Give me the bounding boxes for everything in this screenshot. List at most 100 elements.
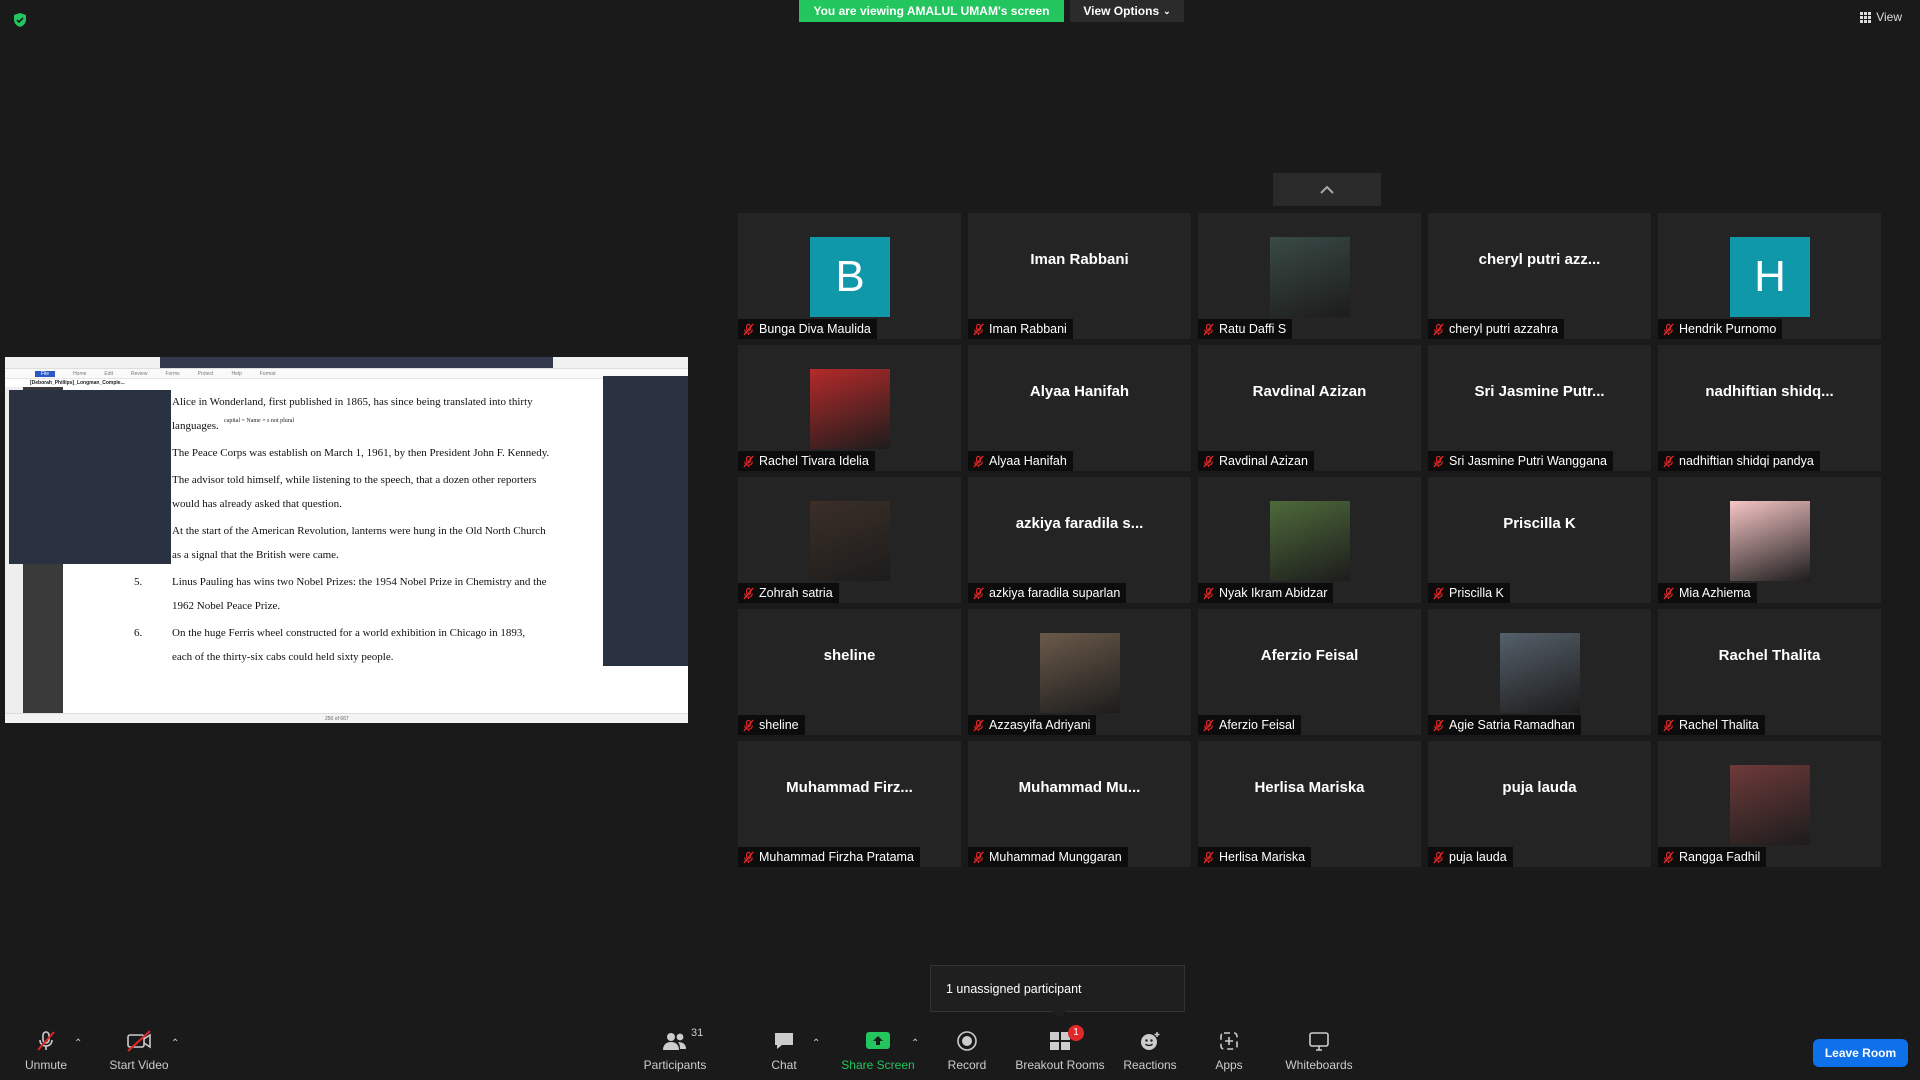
- participant-tile[interactable]: Ratu Daffi S: [1198, 213, 1421, 339]
- muted-microphone-icon: [973, 851, 984, 863]
- breakout-rooms-button[interactable]: 1 Breakout Rooms: [1012, 1020, 1108, 1080]
- gallery-page-up-button[interactable]: [1273, 173, 1381, 206]
- participant-tile[interactable]: nadhiftian shidq... nadhiftian shidqi pan…: [1658, 345, 1881, 471]
- participant-name: Rachel Tivara Idelia: [759, 454, 869, 468]
- ribbon-review: Review: [131, 370, 148, 377]
- participant-tile[interactable]: cheryl putri azz... cheryl putri azzahra: [1428, 213, 1651, 339]
- record-button[interactable]: Record: [940, 1020, 994, 1080]
- shared-window-ribbon: File Home Edit Review Forms Protect Help…: [5, 369, 688, 379]
- chevron-up-icon: [1320, 185, 1334, 194]
- participant-name-label: Ravdinal Azizan: [1198, 451, 1314, 471]
- participant-name: Aferzio Feisal: [1219, 718, 1295, 732]
- participant-tile[interactable]: Alyaa Hanifah Alyaa Hanifah: [968, 345, 1191, 471]
- participant-tile[interactable]: azkiya faradila s... azkiya faradila supa…: [968, 477, 1191, 603]
- participant-tile[interactable]: B Bunga Diva Maulida: [738, 213, 961, 339]
- status-bar: 250 of 667: [5, 713, 688, 723]
- question-item: 1. Alice in Wonderland, first published …: [134, 396, 533, 432]
- participant-name: Muhammad Firzha Pratama: [759, 850, 914, 864]
- participant-name: Agie Satria Ramadhan: [1449, 718, 1575, 732]
- participant-display-name: Iman Rabbani: [1030, 251, 1129, 268]
- whiteboards-button[interactable]: Whiteboards: [1280, 1020, 1358, 1080]
- participant-name: Rachel Thalita: [1679, 718, 1759, 732]
- participant-tile[interactable]: Herlisa Mariska Herlisa Mariska: [1198, 741, 1421, 867]
- participant-tile[interactable]: Mia Azhiema: [1658, 477, 1881, 603]
- participants-count: 31: [691, 1026, 704, 1039]
- participant-tile[interactable]: sheline sheline: [738, 609, 961, 735]
- start-video-button[interactable]: Start Video: [104, 1020, 174, 1080]
- participant-profile-photo: [1500, 633, 1580, 713]
- muted-microphone-icon: [1663, 455, 1674, 467]
- participant-name: cheryl putri azzahra: [1449, 322, 1559, 336]
- apps-icon: [1220, 1031, 1238, 1050]
- participant-name: Mia Azhiema: [1679, 586, 1751, 600]
- muted-microphone-icon: [1203, 323, 1214, 335]
- unassigned-participant-tooltip[interactable]: 1 unassigned participant: [930, 965, 1185, 1018]
- participant-display-name: Sri Jasmine Putr...: [1474, 383, 1605, 400]
- share-screen-label: Share Screen: [841, 1057, 915, 1072]
- participant-name-label: Azzasyifa Adriyani: [968, 715, 1097, 735]
- obscured-region: [9, 390, 171, 564]
- share-options-caret[interactable]: ⌃: [911, 1038, 919, 1049]
- record-label: Record: [947, 1057, 987, 1072]
- participant-tile[interactable]: puja lauda puja lauda: [1428, 741, 1651, 867]
- ribbon-forms: Forms: [165, 370, 180, 377]
- participant-avatar: H: [1730, 237, 1810, 317]
- participant-avatar: B: [810, 237, 890, 317]
- breakout-rooms-label: Breakout Rooms: [1015, 1057, 1105, 1072]
- ribbon-file: File: [35, 370, 56, 377]
- participant-profile-photo: [1270, 501, 1350, 581]
- participant-tile[interactable]: Sri Jasmine Putr... Sri Jasmine Putri Wan…: [1428, 345, 1651, 471]
- participant-name: Ravdinal Azizan: [1219, 454, 1308, 468]
- participant-profile-photo: [1730, 501, 1810, 581]
- shared-screen[interactable]: File Home Edit Review Forms Protect Help…: [5, 357, 688, 723]
- participants-button[interactable]: 31 Participants: [640, 1020, 710, 1080]
- share-screen-icon: [866, 1031, 890, 1049]
- muted-microphone-icon: [743, 455, 754, 467]
- unmute-button[interactable]: Unmute: [18, 1020, 74, 1080]
- participant-name: puja lauda: [1449, 850, 1507, 864]
- participant-tile[interactable]: Rachel Tivara Idelia: [738, 345, 961, 471]
- apps-label: Apps: [1215, 1057, 1243, 1072]
- participant-tile[interactable]: Aferzio Feisal Aferzio Feisal: [1198, 609, 1421, 735]
- muted-microphone-icon: [1203, 587, 1214, 599]
- muted-microphone-icon: [743, 587, 754, 599]
- chat-button[interactable]: Chat: [756, 1020, 812, 1080]
- share-screen-button[interactable]: Share Screen: [838, 1020, 918, 1080]
- participant-name: Azzasyifa Adriyani: [989, 718, 1091, 732]
- apps-button[interactable]: Apps: [1204, 1020, 1254, 1080]
- encryption-shield-icon[interactable]: [12, 12, 28, 28]
- participant-name: Priscilla K: [1449, 586, 1504, 600]
- muted-microphone-icon: [1663, 719, 1674, 731]
- question-item: 5. Linus Pauling has wins two Nobel Priz…: [134, 576, 547, 612]
- view-options-button[interactable]: View Options ⌄: [1070, 0, 1184, 22]
- view-layout-button[interactable]: View: [1860, 10, 1902, 24]
- view-label: View: [1876, 10, 1902, 24]
- chat-options-caret[interactable]: ⌃: [812, 1038, 820, 1049]
- participant-display-name: azkiya faradila s...: [1015, 515, 1144, 532]
- participant-tile[interactable]: Ravdinal Azizan Ravdinal Azizan: [1198, 345, 1421, 471]
- participant-tile[interactable]: Azzasyifa Adriyani: [968, 609, 1191, 735]
- participant-tile[interactable]: Rachel Thalita Rachel Thalita: [1658, 609, 1881, 735]
- participant-tile[interactable]: Muhammad Firz... Muhammad Firzha Pratama: [738, 741, 961, 867]
- participant-tile[interactable]: H Hendrik Purnomo: [1658, 213, 1881, 339]
- ribbon-home: Home: [73, 370, 87, 377]
- participant-display-name: Rachel Thalita: [1718, 647, 1821, 664]
- leave-room-button[interactable]: Leave Room: [1813, 1039, 1908, 1067]
- participant-display-name: cheryl putri azz...: [1478, 251, 1601, 268]
- video-options-caret[interactable]: ⌃: [171, 1038, 179, 1049]
- participant-name: Muhammad Munggaran: [989, 850, 1122, 864]
- participant-tile[interactable]: Agie Satria Ramadhan: [1428, 609, 1651, 735]
- participant-name: Hendrik Purnomo: [1679, 322, 1777, 336]
- participant-tile[interactable]: Zohrah satria: [738, 477, 961, 603]
- participant-tile[interactable]: Priscilla K Priscilla K: [1428, 477, 1651, 603]
- participant-name-label: Rachel Tivara Idelia: [738, 451, 875, 471]
- participant-tile[interactable]: Muhammad Mu... Muhammad Munggaran: [968, 741, 1191, 867]
- participant-tile[interactable]: Iman Rabbani Iman Rabbani: [968, 213, 1191, 339]
- muted-microphone-icon: [1433, 851, 1444, 863]
- ribbon-help: Help: [231, 370, 242, 377]
- participant-tile[interactable]: Nyak Ikram Abidzar: [1198, 477, 1421, 603]
- participant-name-label: Herlisa Mariska: [1198, 847, 1312, 867]
- audio-options-caret[interactable]: ⌃: [74, 1038, 82, 1049]
- participant-tile[interactable]: Rangga Fadhil: [1658, 741, 1881, 867]
- reactions-button[interactable]: Reactions: [1120, 1020, 1180, 1080]
